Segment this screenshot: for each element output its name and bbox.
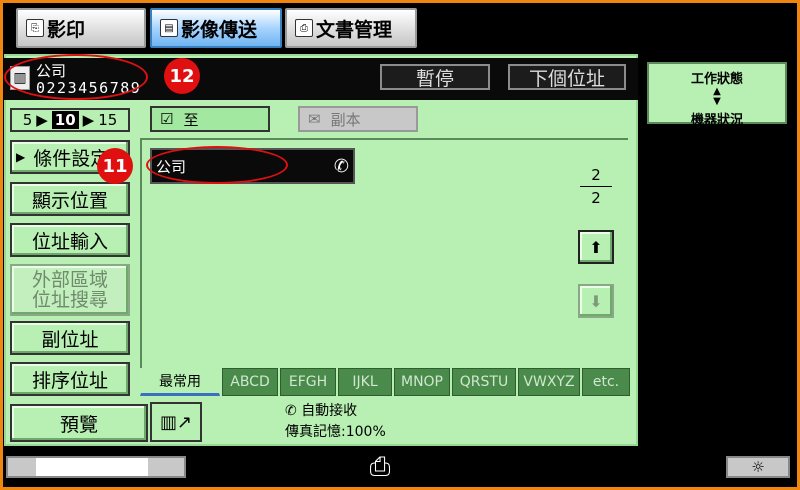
callout-marker-11: 11 bbox=[97, 148, 133, 184]
tab-copy[interactable]: ⎘ 影印 bbox=[16, 8, 146, 48]
brightness-button[interactable]: ☼ bbox=[726, 456, 790, 478]
global-address-search-button[interactable]: 外部區域 位址搜尋 bbox=[10, 264, 130, 316]
arrow-up-icon: ⬆ bbox=[589, 237, 603, 257]
phone-icon: ✆ bbox=[333, 156, 349, 177]
global-search-label-1: 外部區域 bbox=[31, 269, 108, 291]
fax-memory-status: 傳真記憶:100% bbox=[285, 424, 386, 440]
index-tab-ijkl[interactable]: IJKL bbox=[338, 368, 392, 396]
display-position-button[interactable]: 顯示位置 bbox=[10, 182, 130, 216]
page-current: 2 bbox=[591, 166, 601, 184]
job-status-label: 工作狀態 bbox=[690, 72, 743, 87]
up-down-arrow-icon: ▲ ▼ bbox=[713, 86, 721, 107]
index-tab-frequent[interactable]: 最常用 bbox=[140, 368, 220, 396]
pager-current[interactable]: 10 bbox=[51, 111, 79, 129]
cc-label: 副本 bbox=[330, 110, 361, 129]
global-search-label-2: 位址搜尋 bbox=[31, 289, 108, 311]
arrow-down-icon: ⬇ bbox=[589, 291, 603, 311]
brightness-icon: ☼ bbox=[751, 458, 765, 476]
address-book-edit-icon: ▥↗ bbox=[159, 411, 193, 433]
scroll-down-button[interactable]: ⬇ bbox=[578, 284, 614, 318]
pager-left-arrow-icon: ▶ bbox=[36, 111, 48, 129]
tab-document-filing[interactable]: ⎙ 文書管理 bbox=[285, 8, 417, 48]
callout-ellipse-12 bbox=[4, 54, 148, 100]
index-tabs: 最常用 ABCD EFGH IJKL MNOP QRSTU VWXYZ etc. bbox=[140, 368, 630, 396]
address-book-button[interactable]: ▥↗ bbox=[150, 402, 202, 442]
sub-address-button[interactable]: 副位址 bbox=[10, 321, 130, 355]
document-filing-icon: ⎙ bbox=[295, 19, 313, 37]
copy-icon: ⎘ bbox=[26, 19, 44, 37]
auto-receive-label: 自動接收 bbox=[301, 403, 358, 419]
to-button[interactable]: ☑ 至 bbox=[150, 106, 270, 132]
auto-receive-icon: ✆ bbox=[285, 403, 297, 419]
page-total: 2 bbox=[591, 189, 601, 207]
pause-button[interactable]: 暫停 bbox=[380, 64, 490, 90]
callout-marker-12: 12 bbox=[164, 58, 200, 94]
index-tab-vwxyz[interactable]: VWXYZ bbox=[518, 368, 580, 396]
index-tab-abcd[interactable]: ABCD bbox=[222, 368, 278, 396]
index-tab-mnop[interactable]: MNOP bbox=[394, 368, 450, 396]
cc-envelope-icon: ✉ bbox=[308, 110, 321, 128]
triangle-right-icon: ▶ bbox=[16, 150, 26, 164]
tab-document-filing-label: 文書管理 bbox=[316, 18, 393, 41]
address-input-button[interactable]: 位址輸入 bbox=[10, 223, 130, 257]
tab-copy-label: 影印 bbox=[47, 18, 86, 41]
page-indicator: 2 2 bbox=[580, 166, 612, 207]
printer-device-icon[interactable]: ⎙ bbox=[360, 450, 400, 484]
job-status-button[interactable]: 工作狀態 ▲ ▼ 機器狀況 bbox=[647, 62, 787, 128]
to-label: 至 bbox=[183, 110, 199, 129]
index-tab-etc[interactable]: etc. bbox=[582, 368, 630, 396]
auto-receive-status: ✆ 自動接收 bbox=[285, 400, 357, 420]
image-send-icon: ▤ bbox=[160, 19, 178, 37]
checkbox-envelope-icon: ☑ bbox=[160, 110, 174, 128]
system-bar-left bbox=[6, 456, 186, 478]
scroll-up-button[interactable]: ⬆ bbox=[578, 230, 614, 264]
pager-right-arrow-icon: ▶ bbox=[82, 111, 95, 129]
pager-next[interactable]: 15 bbox=[98, 111, 117, 129]
tab-image-send-label: 影像傳送 bbox=[181, 18, 258, 41]
cc-button[interactable]: ✉ 副本 bbox=[298, 106, 418, 132]
machine-status-label: 機器狀況 bbox=[690, 113, 743, 128]
next-address-button[interactable]: 下個位址 bbox=[508, 64, 626, 90]
index-tab-efgh[interactable]: EFGH bbox=[280, 368, 336, 396]
preview-button[interactable]: 預覽 bbox=[10, 404, 148, 442]
list-pager[interactable]: 5 ▶ 10 ▶ 15 bbox=[10, 108, 130, 132]
pager-prev[interactable]: 5 bbox=[23, 111, 33, 129]
sort-address-button[interactable]: 排序位址 bbox=[10, 362, 130, 396]
tab-image-send[interactable]: ▤ 影像傳送 bbox=[150, 8, 282, 48]
callout-ellipse-11 bbox=[146, 146, 288, 184]
index-tab-qrstu[interactable]: QRSTU bbox=[452, 368, 516, 396]
